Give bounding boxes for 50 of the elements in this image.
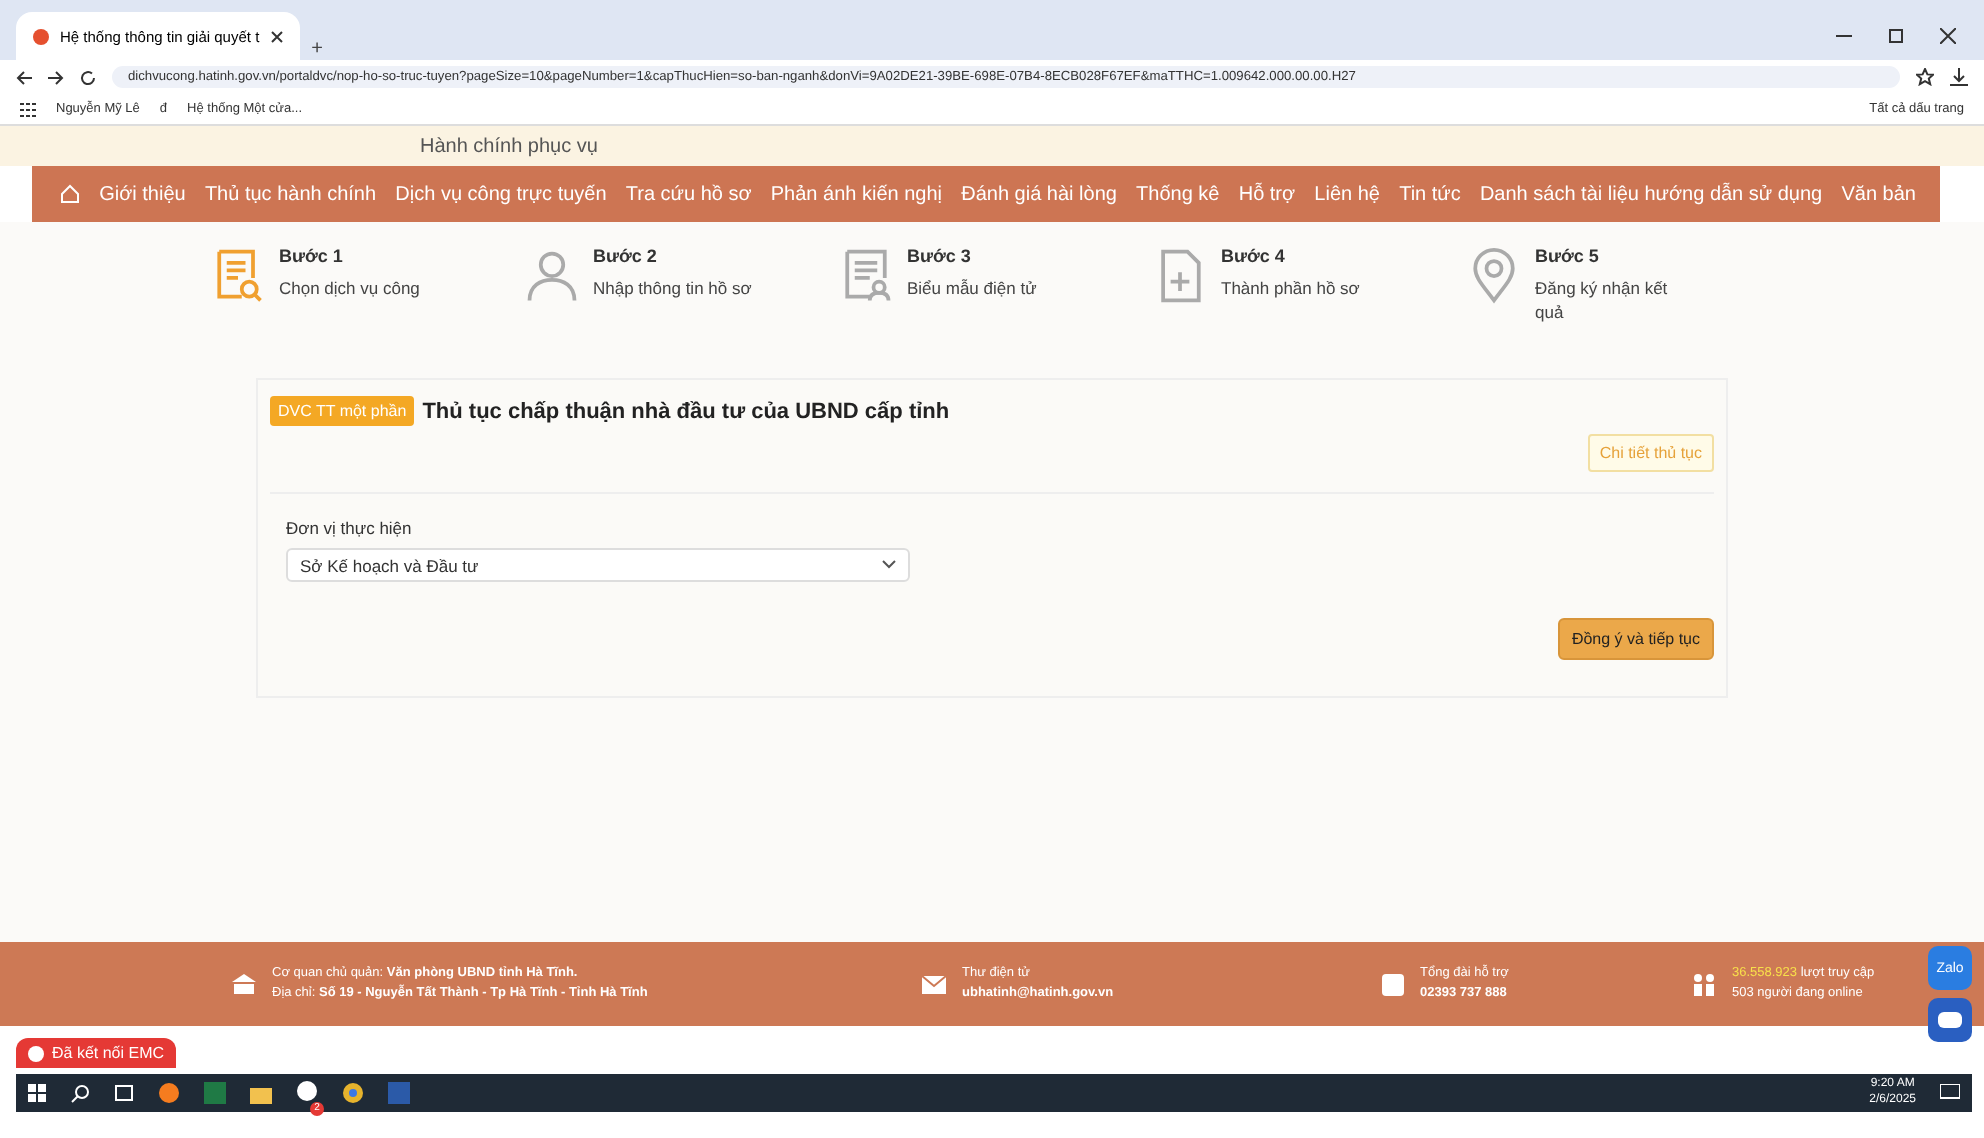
step-title: Bước 4 [1221, 246, 1287, 266]
nav-item[interactable]: Phản ánh kiến nghị [770, 183, 943, 205]
close-icon[interactable] [269, 29, 284, 43]
nav-item[interactable]: Giới thiệu [99, 183, 186, 205]
step-label: Biểu mẫu điện tử [907, 278, 1037, 302]
nav-item[interactable]: Danh sách tài liệu hướng dẫn sử dụng [1479, 183, 1823, 205]
nav-item[interactable]: Văn bản [1841, 183, 1916, 205]
people-icon [1692, 973, 1716, 995]
download-icon[interactable] [1950, 68, 1968, 86]
step-title: Bước 5 [1535, 246, 1601, 266]
home-icon[interactable] [60, 184, 80, 204]
nav-item[interactable]: Tra cứu hồ sơ [625, 183, 752, 205]
new-tab-button[interactable]: + [311, 38, 323, 60]
service-level-badge: DVC TT một phần [270, 396, 415, 426]
unit-dropdown[interactable]: Sở Kế hoạch và Đầu tư [286, 548, 910, 582]
mail-icon [922, 975, 946, 993]
reload-icon[interactable] [80, 69, 96, 85]
star-icon[interactable] [1916, 68, 1934, 86]
nav-item[interactable]: Thống kê [1136, 183, 1220, 205]
step-label: Nhập thông tin hồ sơ [593, 278, 752, 302]
nav-item[interactable]: Tin tức [1399, 183, 1461, 205]
task-view-icon[interactable] [114, 1084, 134, 1102]
step-label: Chọn dịch vụ công [279, 278, 420, 302]
windows-icon[interactable] [28, 1084, 46, 1102]
field-label: Đơn vị thực hiện [286, 518, 414, 538]
step-label: Thành phần hồ sơ [1221, 278, 1360, 302]
nav-item[interactable]: Thủ tục hành chính [204, 183, 377, 205]
connection-badge[interactable]: Đã kết nối EMC [16, 1038, 177, 1068]
folder-icon[interactable] [250, 1083, 272, 1103]
continue-button[interactable]: Đồng ý và tiếp tục [1557, 618, 1714, 660]
details-button[interactable]: Chi tiết thủ tục [1587, 434, 1714, 472]
nav-item[interactable]: Hỗ trợ [1238, 183, 1296, 205]
nav-item[interactable]: Dịch vụ công trực tuyến [395, 183, 607, 205]
apps-icon[interactable] [20, 101, 36, 117]
step-label: Đăng ký nhận kết quả [1535, 278, 1670, 326]
step-title: Bước 3 [907, 246, 973, 266]
close-icon[interactable] [1940, 28, 1956, 44]
step-title: Bước 2 [593, 246, 659, 266]
header-subtitle: Hành chính phục vụ [420, 135, 598, 157]
back-icon[interactable] [16, 69, 32, 85]
chevron-down-icon [882, 560, 896, 570]
nav-item[interactable]: Liên hệ [1314, 183, 1380, 205]
nav-item[interactable]: Đánh giá hài lòng [961, 183, 1117, 205]
restore-icon[interactable] [1888, 28, 1904, 44]
notification-icon[interactable] [1940, 1084, 1960, 1102]
building-icon [232, 973, 256, 995]
procedure-title: Thủ tục chấp thuận nhà đầu tư của UBND cấp tỉnh [422, 399, 950, 423]
step-title: Bước 1 [279, 246, 345, 266]
forward-icon[interactable] [48, 69, 64, 85]
search-icon[interactable] [70, 1083, 90, 1103]
